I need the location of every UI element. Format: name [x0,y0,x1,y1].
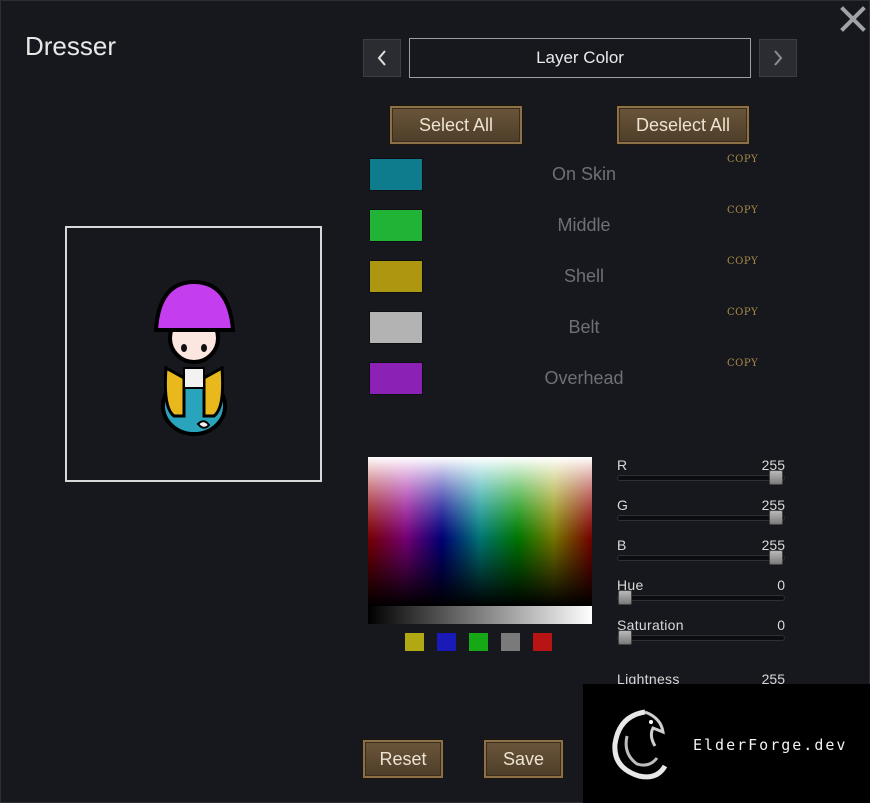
slider-hue: Hue 0 [617,577,785,613]
slider-label: R [617,457,628,473]
copy-button[interactable]: COPY [727,205,758,216]
slider-label: B [617,537,627,553]
slider-label: G [617,497,629,513]
chevron-left-icon [377,50,386,66]
slider-thumb[interactable] [769,550,783,565]
slider-thumb[interactable] [769,510,783,525]
preset-swatch-gray[interactable] [501,633,520,651]
slider-thumb[interactable] [618,590,632,605]
slider-r: R 255 [617,457,785,493]
slider-track[interactable] [617,550,785,565]
layer-label: Belt [568,317,600,337]
layer-row-middle: Middle COPY [369,205,769,243]
close-icon [840,6,866,32]
reset-button[interactable]: Reset [363,740,443,778]
prev-tab-button[interactable] [363,39,401,77]
watermark: ElderForge.dev [583,684,870,803]
window-title: Dresser [25,31,117,61]
layer-label: On Skin [551,164,617,184]
tab-title: Layer Color [409,38,751,78]
dragon-logo-icon [612,709,668,780]
next-tab-button[interactable] [759,39,797,77]
pawn-preview [65,226,322,482]
layer-label: Overhead [544,368,624,388]
preset-swatch-green[interactable] [469,633,488,651]
copy-button[interactable]: COPY [727,154,758,165]
layer-label: Middle [557,215,611,235]
pawn-portrait [153,279,236,436]
layer-row-shell: Shell COPY [369,256,769,294]
copy-button[interactable]: COPY [727,256,758,267]
preset-swatch-red[interactable] [533,633,552,651]
slider-thumb[interactable] [769,470,783,485]
slider-value: 0 [777,617,785,633]
layer-row-belt: Belt COPY [369,307,769,345]
copy-button[interactable]: COPY [727,307,758,318]
layer-swatch[interactable] [369,209,423,242]
save-button[interactable]: Save [484,740,563,778]
slider-b: B 255 [617,537,785,573]
layer-row-on-skin: On Skin COPY [369,154,769,192]
preset-swatch-yellow[interactable] [405,633,424,651]
layer-swatch[interactable] [369,158,423,191]
layer-label: Shell [563,266,605,286]
layer-row-overhead: Overhead COPY [369,358,769,396]
chevron-right-icon [774,50,783,66]
watermark-text: ElderForge.dev [693,736,848,754]
slider-track[interactable] [617,510,785,525]
slider-track[interactable] [617,630,785,645]
slider-thumb[interactable] [618,630,632,645]
layer-swatch[interactable] [369,362,423,395]
slider-track[interactable] [617,470,785,485]
slider-track[interactable] [617,590,785,605]
preset-swatch-blue[interactable] [437,633,456,651]
dresser-window: Dresser Layer Color Select All Deselect … [0,0,870,803]
close-button[interactable] [837,3,869,35]
select-all-button[interactable]: Select All [390,106,522,144]
slider-saturation: Saturation 0 [617,617,785,653]
copy-button[interactable]: COPY [727,358,758,369]
layer-swatch[interactable] [369,260,423,293]
slider-value: 0 [777,577,785,593]
grayscale-bar[interactable] [368,606,592,624]
slider-g: G 255 [617,497,785,533]
layer-swatch[interactable] [369,311,423,344]
color-spectrum[interactable] [368,457,592,606]
deselect-all-button[interactable]: Deselect All [617,106,749,144]
